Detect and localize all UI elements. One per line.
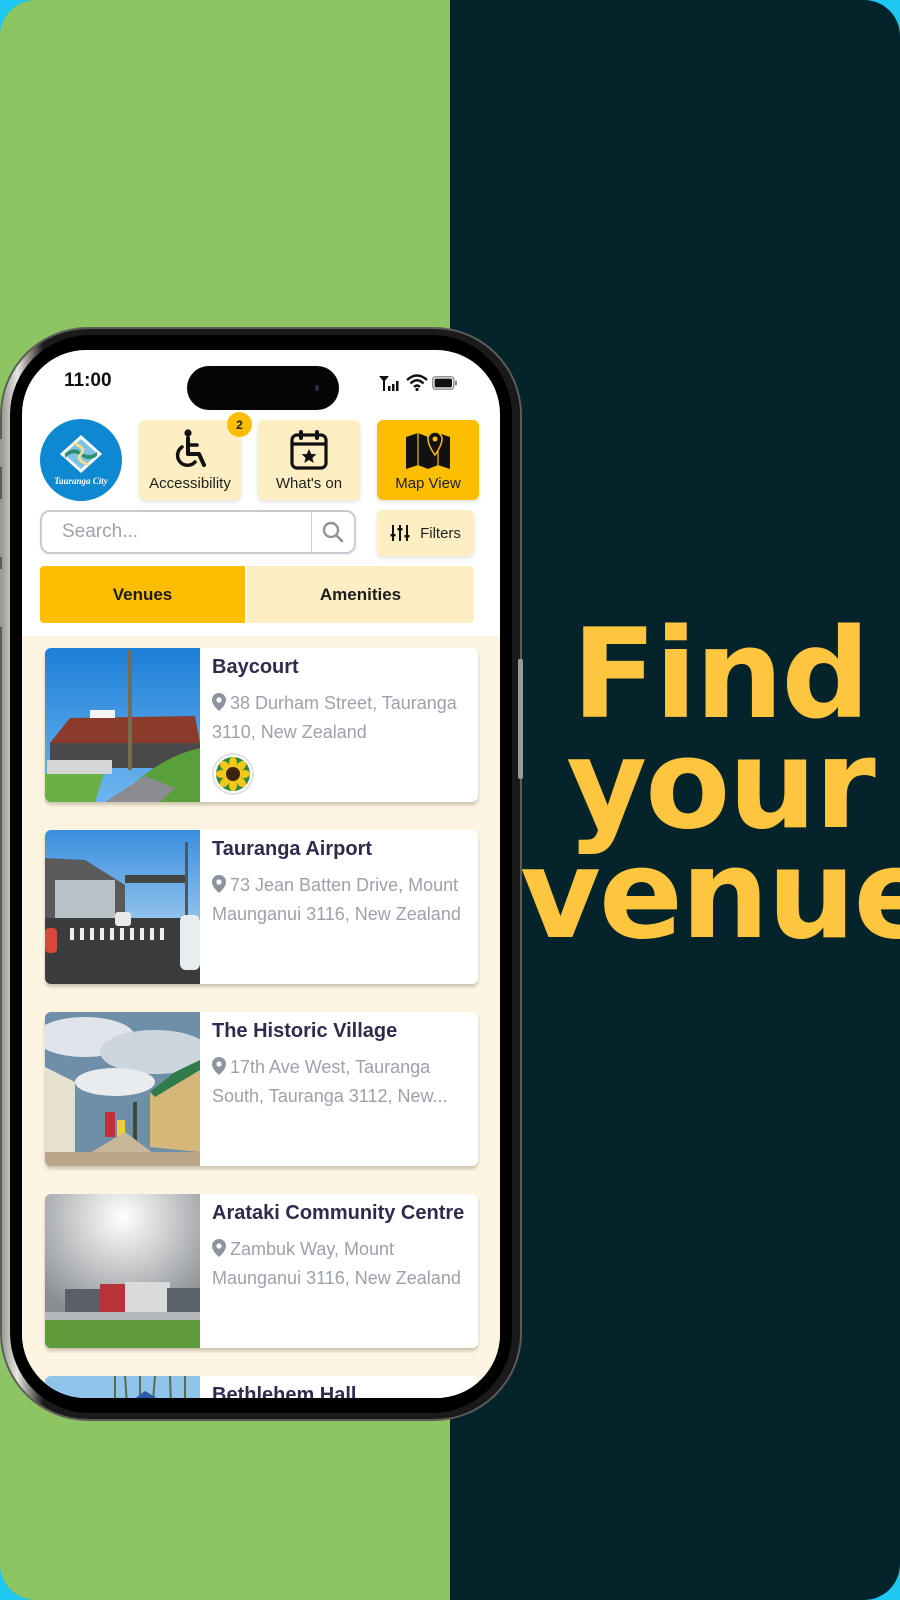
wifi-icon — [406, 374, 428, 396]
venue-name: Bethlehem Hall — [212, 1384, 357, 1398]
venue-card[interactable]: Bethlehem Hall — [45, 1376, 478, 1398]
sliders-icon — [390, 525, 410, 541]
venue-photo — [45, 648, 200, 802]
venue-photo — [45, 830, 200, 984]
camera-dot — [315, 385, 319, 391]
map-pin-icon — [406, 431, 450, 469]
location-pin-icon — [212, 875, 226, 893]
calendar-star-icon — [290, 430, 328, 470]
venue-details: The Historic Village 17th Ave West, Taur… — [200, 1012, 478, 1166]
volume-down-button — [0, 569, 3, 627]
logo-text: Tauranga City — [54, 476, 108, 486]
venue-list[interactable]: Baycourt 38 Durham Street, Tauranga 3110… — [22, 636, 500, 1398]
venue-address-text: Zambuk Way, Mount Maunganui 3116, New Ze… — [212, 1239, 461, 1288]
location-pin-icon — [212, 693, 226, 711]
venue-photo — [45, 1012, 200, 1166]
map-view-label: Map View — [395, 475, 461, 492]
headline-line: venue — [520, 823, 900, 967]
whats-on-label: What's on — [275, 475, 343, 492]
status-time: 11:00 — [64, 370, 112, 391]
venue-address: Zambuk Way, Mount Maunganui 3116, New Ze… — [212, 1235, 468, 1293]
battery-icon — [432, 375, 458, 395]
venue-card[interactable]: The Historic Village 17th Ave West, Taur… — [45, 1012, 478, 1166]
silent-switch — [0, 439, 3, 467]
location-pin-icon — [212, 1239, 226, 1257]
filters-button[interactable]: Filters — [377, 510, 474, 556]
tab-venues[interactable]: Venues — [40, 566, 245, 623]
power-button — [518, 659, 523, 779]
wheelchair-icon — [175, 429, 206, 468]
sunflower-icon — [216, 757, 250, 791]
venue-details: Tauranga Airport 73 Jean Batten Drive, M… — [200, 830, 478, 984]
status-icons — [378, 374, 458, 396]
venue-address: 73 Jean Batten Drive, Mount Maunganui 31… — [212, 871, 468, 929]
venue-address-text: 73 Jean Batten Drive, Mount Maunganui 31… — [212, 875, 461, 924]
venue-address-text: 38 Durham Street, Tauranga 3110, New Zea… — [212, 693, 457, 742]
tauranga-city-logo[interactable]: Tauranga City — [40, 419, 122, 501]
search-input[interactable] — [42, 512, 311, 552]
volume-up-button — [0, 499, 3, 557]
venue-details: Bethlehem Hall — [200, 1376, 478, 1398]
phone-frame: 11:00 Tauranga City Accessibility 2 What… — [0, 329, 523, 1419]
dynamic-island — [187, 366, 339, 410]
sunflower-lanyard-badge — [212, 753, 254, 795]
venue-photo — [45, 1194, 200, 1348]
venue-details: Arataki Community Centre Zambuk Way, Mou… — [200, 1194, 478, 1348]
signal-icon — [378, 375, 402, 396]
search-bar — [40, 510, 356, 554]
filters-label: Filters — [420, 524, 461, 542]
venue-name: Arataki Community Centre — [212, 1202, 465, 1224]
accessibility-count-badge: 2 — [227, 412, 252, 437]
search-icon — [322, 521, 344, 543]
venue-photo — [45, 1376, 200, 1398]
whats-on-button[interactable]: What's on — [258, 420, 360, 500]
promo-headline: Find your venue — [520, 613, 900, 967]
venue-details: Baycourt 38 Durham Street, Tauranga 3110… — [200, 648, 478, 802]
tab-amenities[interactable]: Amenities — [247, 566, 474, 623]
app-screen: 11:00 Tauranga City Accessibility 2 What… — [22, 350, 500, 1398]
venue-card[interactable]: Arataki Community Centre Zambuk Way, Mou… — [45, 1194, 478, 1348]
accessibility-label: Accessibility — [149, 475, 231, 492]
venue-name: Tauranga Airport — [212, 838, 373, 860]
venue-name: The Historic Village — [212, 1020, 398, 1042]
map-view-button[interactable]: Map View — [377, 420, 479, 500]
venue-address: 38 Durham Street, Tauranga 3110, New Zea… — [212, 689, 468, 747]
search-button[interactable] — [311, 512, 354, 552]
venue-address: 17th Ave West, Tauranga South, Tauranga … — [212, 1053, 468, 1111]
category-tabs: Venues Amenities — [40, 566, 474, 623]
location-pin-icon — [212, 1057, 226, 1075]
venue-card[interactable]: Baycourt 38 Durham Street, Tauranga 3110… — [45, 648, 478, 802]
venue-address-text: 17th Ave West, Tauranga South, Tauranga … — [212, 1057, 448, 1106]
accessibility-button[interactable]: Accessibility 2 — [139, 412, 252, 500]
venue-name: Baycourt — [212, 656, 299, 678]
logo-diamond-icon — [60, 435, 102, 473]
venue-card[interactable]: Tauranga Airport 73 Jean Batten Drive, M… — [45, 830, 478, 984]
promo-canvas: Find your venue 11:00 Tauranga City Acce… — [0, 0, 900, 1600]
